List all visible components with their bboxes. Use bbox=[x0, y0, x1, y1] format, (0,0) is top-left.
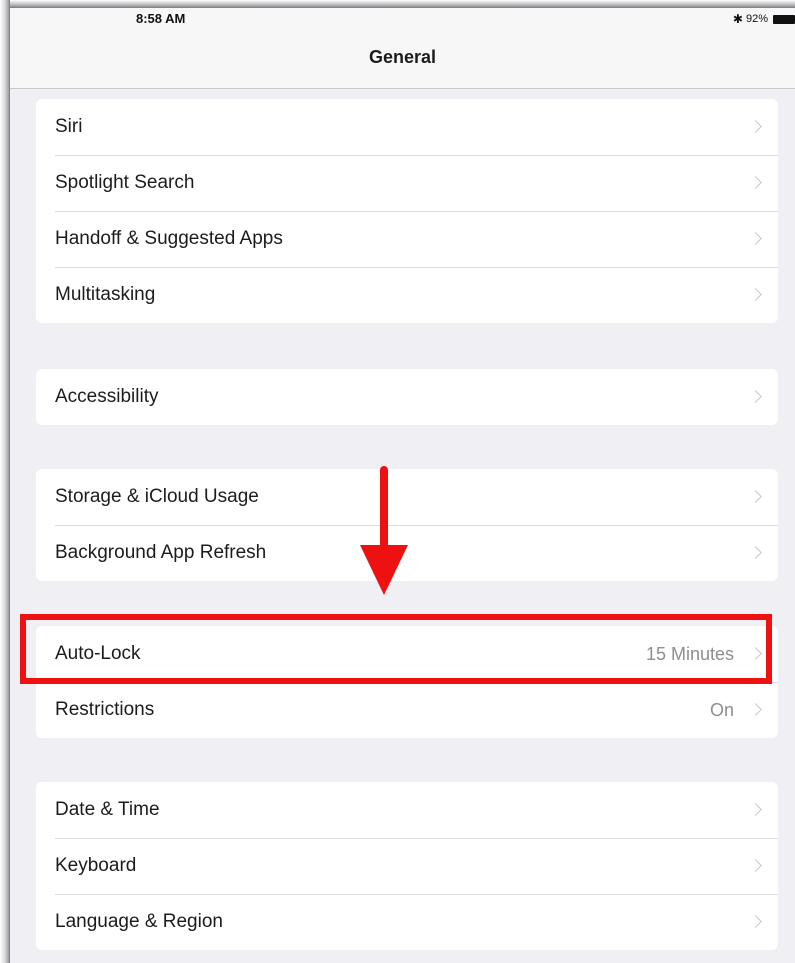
chevron-right-icon bbox=[749, 915, 762, 928]
chevron-right-icon bbox=[749, 647, 762, 660]
row-label: Accessibility bbox=[55, 386, 159, 407]
row-label: Auto-Lock bbox=[55, 643, 141, 664]
bluetooth-icon: ✱ bbox=[732, 12, 743, 26]
row-label: Siri bbox=[55, 116, 83, 137]
row-storage-icloud-usage[interactable]: Storage & iCloud Usage bbox=[36, 469, 778, 525]
row-label: Date & Time bbox=[55, 799, 160, 820]
row-label: Background App Refresh bbox=[55, 542, 267, 563]
row-keyboard[interactable]: Keyboard bbox=[36, 838, 778, 894]
status-bar: 8:58 AM ✱ 92% bbox=[10, 8, 795, 30]
settings-group-5: Date & Time Keyboard Language & Region bbox=[36, 782, 778, 950]
battery-percent: 92% bbox=[745, 13, 768, 25]
status-time: 8:58 AM bbox=[136, 11, 186, 26]
row-restrictions[interactable]: Restrictions On bbox=[36, 682, 778, 738]
row-label: Spotlight Search bbox=[55, 172, 195, 193]
battery-icon bbox=[773, 14, 795, 24]
chevron-right-icon bbox=[749, 703, 762, 716]
row-label: Handoff & Suggested Apps bbox=[55, 228, 283, 249]
settings-screen: 8:58 AM ✱ 92% General Siri Spotlight Sea… bbox=[10, 8, 795, 963]
settings-group-4: Auto-Lock 15 Minutes Restrictions On bbox=[36, 626, 778, 738]
device-bezel-left bbox=[0, 0, 10, 963]
row-multitasking[interactable]: Multitasking bbox=[36, 267, 778, 323]
row-label: Restrictions bbox=[55, 699, 155, 720]
chevron-right-icon bbox=[749, 288, 762, 301]
chevron-right-icon bbox=[749, 859, 762, 872]
chevron-right-icon bbox=[749, 176, 762, 189]
row-auto-lock[interactable]: Auto-Lock 15 Minutes bbox=[36, 626, 778, 682]
row-label: Multitasking bbox=[55, 284, 156, 305]
navigation-bar: General bbox=[10, 30, 795, 89]
row-handoff-suggested-apps[interactable]: Handoff & Suggested Apps bbox=[36, 211, 778, 267]
chevron-right-icon bbox=[749, 546, 762, 559]
row-value: On bbox=[709, 700, 734, 720]
settings-group-2: Accessibility bbox=[36, 369, 778, 425]
status-indicators: ✱ 92% bbox=[733, 11, 795, 27]
settings-group-1: Siri Spotlight Search Handoff & Suggeste… bbox=[36, 99, 778, 323]
row-spotlight-search[interactable]: Spotlight Search bbox=[36, 155, 778, 211]
chevron-right-icon bbox=[749, 803, 762, 816]
annotation-arrow-shaft bbox=[380, 466, 388, 548]
chevron-right-icon bbox=[749, 232, 762, 245]
device-bezel-top bbox=[0, 0, 795, 8]
chevron-right-icon bbox=[749, 120, 762, 133]
page-title: General bbox=[368, 47, 437, 67]
row-date-time[interactable]: Date & Time bbox=[36, 782, 778, 838]
chevron-right-icon bbox=[749, 490, 762, 503]
chevron-right-icon bbox=[749, 390, 762, 403]
row-label: Keyboard bbox=[55, 855, 137, 876]
row-value: 15 Minutes bbox=[645, 644, 734, 664]
row-label: Storage & iCloud Usage bbox=[55, 486, 259, 507]
row-label: Language & Region bbox=[55, 911, 223, 932]
device-frame: 8:58 AM ✱ 92% General Siri Spotlight Sea… bbox=[0, 0, 795, 963]
annotation-arrow-down-icon bbox=[360, 545, 408, 595]
row-language-region[interactable]: Language & Region bbox=[36, 894, 778, 950]
row-siri[interactable]: Siri bbox=[36, 99, 778, 155]
row-accessibility[interactable]: Accessibility bbox=[36, 369, 778, 425]
